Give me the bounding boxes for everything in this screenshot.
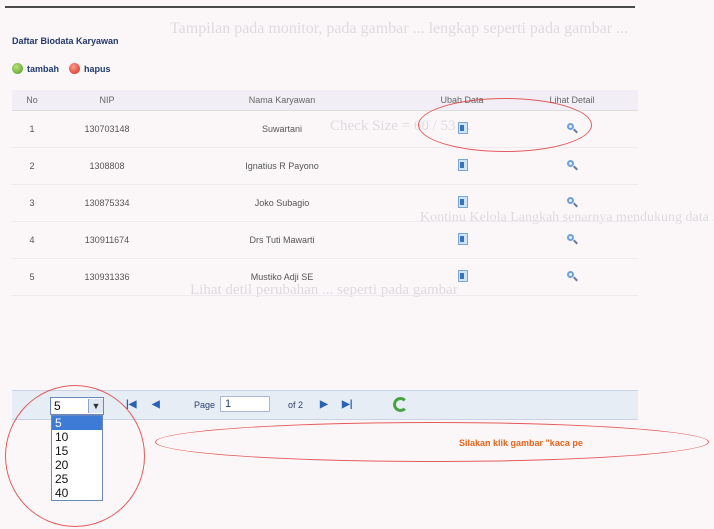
magnifier-icon[interactable] <box>566 196 578 208</box>
background-text-1: Tampilan pada monitor, pada gambar ... l… <box>170 20 629 37</box>
edit-icon[interactable] <box>457 196 468 208</box>
row-nip: 130875334 <box>84 198 130 208</box>
table-row[interactable]: 5 130931336 Mustiko Adji SE <box>12 259 638 296</box>
highlight-oval-hint <box>155 422 709 462</box>
page-title: Daftar Biodata Karyawan <box>12 36 119 46</box>
delete-icon <box>69 63 81 74</box>
magnifier-icon[interactable] <box>566 270 578 282</box>
row-no: 2 <box>29 161 35 171</box>
row-name: Drs Tuti Mawarti <box>249 235 315 245</box>
refresh-icon[interactable] <box>393 397 408 412</box>
highlight-oval-row <box>418 98 592 152</box>
delete-button[interactable]: hapus <box>69 63 111 74</box>
edit-icon[interactable] <box>457 159 468 171</box>
row-name: Joko Subagio <box>254 198 310 208</box>
magnifier-icon[interactable] <box>566 233 578 245</box>
edit-icon[interactable] <box>457 270 468 282</box>
row-no: 3 <box>29 198 35 208</box>
prev-page-icon[interactable]: ◀ <box>152 399 160 410</box>
row-name: Suwartani <box>261 124 303 134</box>
row-name: Ignatius R Payono <box>245 161 319 171</box>
toolbar: tambah hapus <box>12 63 111 74</box>
page-input[interactable]: 1 <box>220 396 270 412</box>
row-nip: 130703148 <box>84 124 130 134</box>
table-row[interactable]: 3 130875334 Joko Subagio <box>12 185 638 222</box>
top-rule <box>5 6 635 8</box>
row-name: Mustiko Adji SE <box>250 272 314 282</box>
row-no: 1 <box>29 124 35 134</box>
row-nip: 130931336 <box>84 272 130 282</box>
table-row[interactable]: 2 1308808 Ignatius R Payono <box>12 148 638 185</box>
row-no: 5 <box>29 272 35 282</box>
magnifier-icon[interactable] <box>566 159 578 171</box>
column-header-name[interactable]: Nama Karyawan <box>162 95 402 105</box>
page-count: of 2 <box>288 400 304 410</box>
column-header-no[interactable]: No <box>12 95 52 105</box>
row-no: 4 <box>29 235 35 245</box>
edit-icon[interactable] <box>457 233 468 245</box>
row-nip: 1308808 <box>89 161 125 171</box>
add-icon <box>12 63 23 74</box>
last-page-icon[interactable]: ▶| <box>342 399 353 410</box>
highlight-oval-options <box>5 385 145 527</box>
add-label: tambah <box>27 63 60 74</box>
delete-label: hapus <box>84 63 111 74</box>
table-row[interactable]: 4 130911674 Drs Tuti Mawarti <box>12 222 638 259</box>
add-button[interactable]: tambah <box>12 63 59 74</box>
column-header-nip[interactable]: NIP <box>52 95 162 105</box>
next-page-icon[interactable]: ▶ <box>320 399 328 410</box>
row-nip: 130911674 <box>84 235 130 245</box>
page-label: Page <box>194 400 216 410</box>
